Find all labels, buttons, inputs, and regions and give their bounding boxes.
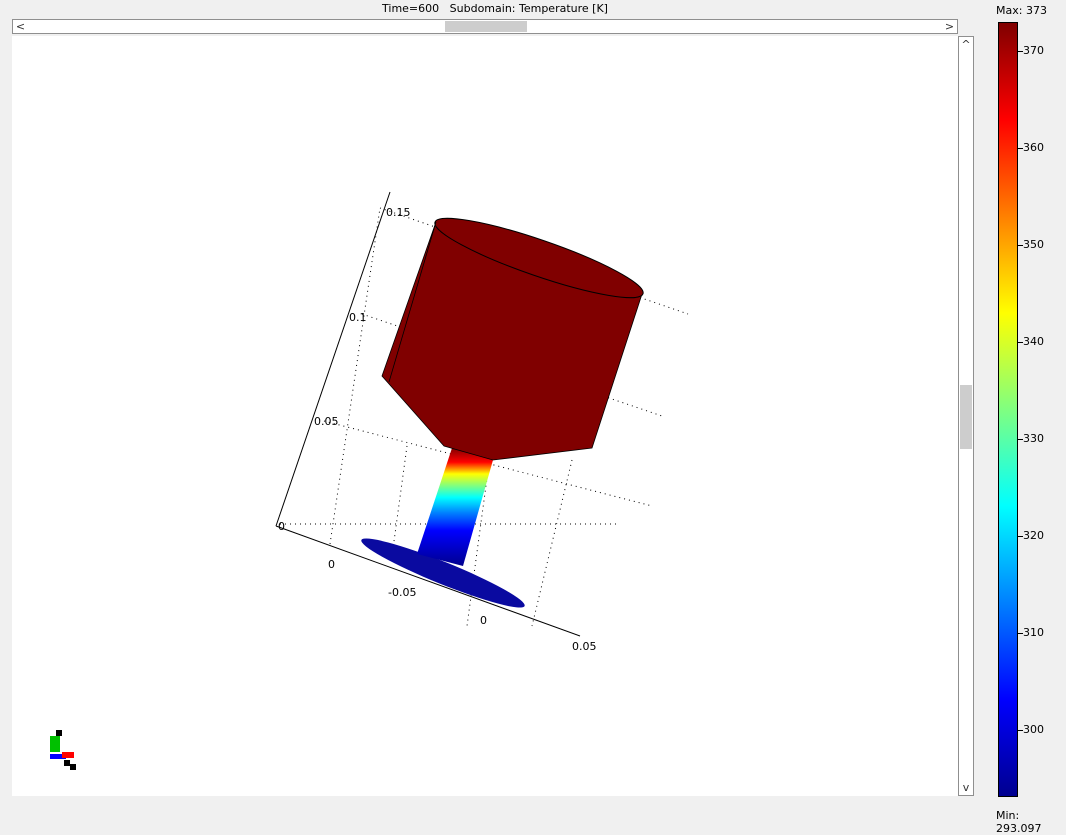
- y-tick-label: 0.05: [572, 640, 597, 653]
- z-tick-label: 0.05: [314, 415, 339, 428]
- z-tick-label: 0.1: [349, 311, 367, 324]
- horizontal-scroll-thumb[interactable]: [445, 21, 527, 32]
- colorbar-tick-label: 300: [1023, 723, 1044, 737]
- plot-viewport[interactable]: 0 0.05 0.1 0.15 0 -0.05 0 0.05: [12, 36, 958, 796]
- horizontal-scrollbar[interactable]: < >: [12, 19, 958, 34]
- colorbar: Max: 373 370 360 350 340 330 320 310 300 Min: 2…: [990, 0, 1066, 835]
- x-tick-label: -0.05: [388, 586, 416, 599]
- y-tick-label: 0: [480, 614, 487, 627]
- scroll-right-icon[interactable]: >: [942, 20, 957, 33]
- z-tick-label: 0: [278, 520, 285, 533]
- subdomain-label: Subdomain: Temperature [K]: [449, 2, 608, 15]
- y-tick-labels: 0 0.05: [480, 614, 597, 653]
- colorbar-min-label: Min: 293.097: [996, 809, 1042, 835]
- colorbar-tick-label: 350: [1023, 238, 1044, 252]
- scroll-left-icon[interactable]: <: [13, 20, 28, 33]
- colorbar-tick-label: 320: [1023, 529, 1044, 543]
- colorbar-tick-label: 370: [1023, 44, 1044, 58]
- colorbar-tick-label: 360: [1023, 141, 1044, 155]
- glass-stem: [417, 448, 493, 566]
- vertical-scrollbar[interactable]: ^ v: [958, 36, 974, 796]
- colorbar-max-label: Max: 373: [996, 4, 1047, 17]
- x-tick-label: 0: [328, 558, 335, 571]
- time-label: Time=600: [382, 2, 440, 15]
- vertical-scroll-thumb[interactable]: [960, 385, 972, 449]
- colorbar-tick-label: 340: [1023, 335, 1044, 349]
- axis-triad-icon: [50, 730, 76, 770]
- colorbar-tick-label: 330: [1023, 432, 1044, 446]
- z-tick-label: 0.15: [386, 206, 411, 219]
- colorbar-gradient: [998, 22, 1018, 797]
- 3d-plot[interactable]: 0 0.05 0.1 0.15 0 -0.05 0 0.05: [12, 36, 958, 796]
- colorbar-tick-label: 310: [1023, 626, 1044, 640]
- scroll-up-icon[interactable]: ^: [959, 37, 973, 52]
- scroll-down-icon[interactable]: v: [959, 780, 973, 795]
- plot-title: Time=600 Subdomain: Temperature [K]: [0, 0, 990, 18]
